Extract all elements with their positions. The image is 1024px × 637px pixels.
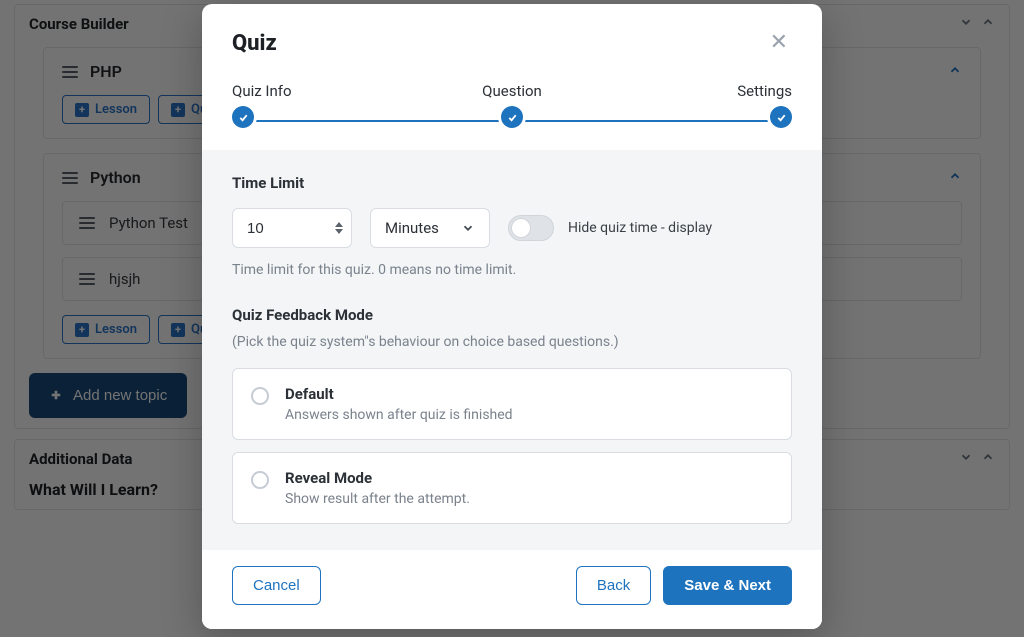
spinner-down-icon[interactable] — [335, 229, 343, 234]
select-value: Minutes — [385, 219, 439, 237]
feedback-option-reveal[interactable]: Reveal Mode Show result after the attemp… — [232, 452, 792, 524]
chevron-down-icon — [461, 221, 475, 235]
modal-title: Quiz — [232, 31, 277, 56]
step-question[interactable]: Question — [467, 82, 557, 128]
step-check-icon — [501, 106, 523, 128]
modal-header: Quiz ✕ — [202, 4, 822, 68]
save-next-button[interactable]: Save & Next — [663, 566, 792, 605]
feedback-mode-label: Quiz Feedback Mode — [232, 306, 792, 324]
step-check-icon — [232, 106, 254, 128]
stepper: Quiz Info Question Settings — [232, 82, 792, 128]
feedback-mode-sub: (Pick the quiz system"s behaviour on cho… — [232, 334, 792, 350]
option-label: Default — [285, 385, 513, 403]
time-limit-input[interactable] — [247, 220, 323, 237]
step-label: Quiz Info — [232, 82, 292, 100]
hide-time-toggle-wrap: Hide quiz time - display — [508, 215, 712, 241]
toggle-knob — [511, 218, 531, 238]
step-settings[interactable]: Settings — [702, 82, 792, 128]
feedback-option-default[interactable]: Default Answers shown after quiz is fini… — [232, 368, 792, 440]
radio-icon[interactable] — [251, 387, 269, 405]
option-label: Reveal Mode — [285, 469, 470, 487]
back-button[interactable]: Back — [576, 566, 651, 605]
hide-time-toggle[interactable] — [508, 215, 554, 241]
modal-body: Time Limit Minutes H — [202, 150, 822, 550]
time-limit-label: Time Limit — [232, 174, 792, 192]
radio-info: Default Answers shown after quiz is fini… — [285, 385, 513, 423]
modal-footer: Cancel Back Save & Next — [202, 550, 822, 629]
step-label: Question — [482, 82, 542, 100]
modal-overlay: Quiz ✕ Quiz Info Question Settings — [0, 0, 1024, 637]
step-check-icon — [770, 106, 792, 128]
toggle-label: Hide quiz time - display — [568, 220, 712, 236]
cancel-button[interactable]: Cancel — [232, 566, 321, 605]
quiz-modal: Quiz ✕ Quiz Info Question Settings — [202, 4, 822, 629]
option-desc: Show result after the attempt. — [285, 491, 470, 507]
radio-info: Reveal Mode Show result after the attemp… — [285, 469, 470, 507]
close-icon[interactable]: ✕ — [766, 28, 792, 58]
step-label: Settings — [737, 82, 792, 100]
footer-right: Back Save & Next — [576, 566, 792, 605]
step-quiz-info[interactable]: Quiz Info — [232, 82, 322, 128]
time-limit-row: Minutes Hide quiz time - display — [232, 208, 792, 248]
radio-icon[interactable] — [251, 471, 269, 489]
number-spinner[interactable] — [335, 222, 343, 234]
spinner-up-icon[interactable] — [335, 222, 343, 227]
time-limit-input-wrap[interactable] — [232, 208, 352, 248]
time-unit-select[interactable]: Minutes — [370, 208, 490, 248]
option-desc: Answers shown after quiz is finished — [285, 407, 513, 423]
time-limit-help: Time limit for this quiz. 0 means no tim… — [232, 262, 792, 278]
